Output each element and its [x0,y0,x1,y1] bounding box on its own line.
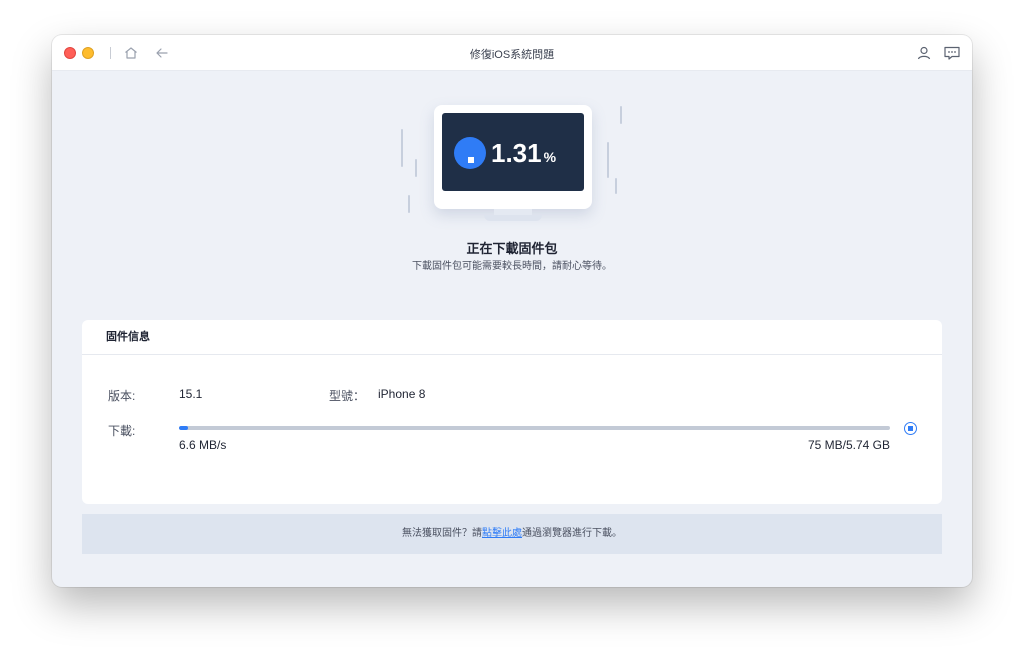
progress-pie-icon [454,137,486,169]
status-title: 正在下載固件包 [466,241,558,256]
firmware-info-header: 固件信息 [82,320,942,355]
feedback-message-icon[interactable] [943,44,961,62]
stop-download-button[interactable] [904,422,917,435]
app-window: 修復iOS系統問題 1.31 % 正在下載固件包 下載固件包可能需要較長時間，請… [52,35,972,587]
monitor-illustration: 1.31% [434,105,592,225]
download-speed: 6.6 MB/s [179,438,227,452]
model-label: 型號： [329,389,366,403]
browser-download-link[interactable]: 點擊此處 [482,528,522,539]
decorative-line [615,178,617,194]
model-value: iPhone 8 [378,387,426,401]
decorative-line [620,106,622,124]
decorative-line [408,195,410,213]
download-progress-fill [179,426,189,430]
progress-percentage: 1.31% [491,137,556,173]
notice-text-before: 無法獲取固件？請 [402,528,482,539]
version-label: 版本: [108,389,136,403]
progress-percent-sign: % [543,149,557,165]
download-progress-bar [179,426,890,430]
decorative-line [415,159,417,177]
monitor-stand-base [484,215,542,221]
manual-download-notice: 無法獲取固件？請點擊此處通過瀏覽器進行下載。 [82,514,942,554]
monitor-frame: 1.31% [434,105,592,209]
download-size: 75 MB/5.74 GB [807,438,890,452]
download-label: 下載: [108,424,136,438]
progress-percent-value: 1.31 [491,138,542,168]
user-icon[interactable] [915,44,933,62]
monitor-screen: 1.31% [442,113,584,191]
stop-icon [908,426,913,431]
title-bar: 修復iOS系統問題 [52,35,972,71]
decorative-line [401,129,403,167]
window-title: 修復iOS系統問題 [469,49,555,61]
decorative-line [607,142,609,178]
firmware-info-panel: 固件信息 版本: 15.1 型號： iPhone 8 下載: 6.6 MB/s … [82,320,942,504]
version-value: 15.1 [179,387,203,401]
status-subtitle: 下載固件包可能需要較長時間，請耐心等待。 [412,261,612,272]
pie-notch [468,157,474,163]
notice-text-after: 通過瀏覽器進行下載。 [522,528,622,539]
